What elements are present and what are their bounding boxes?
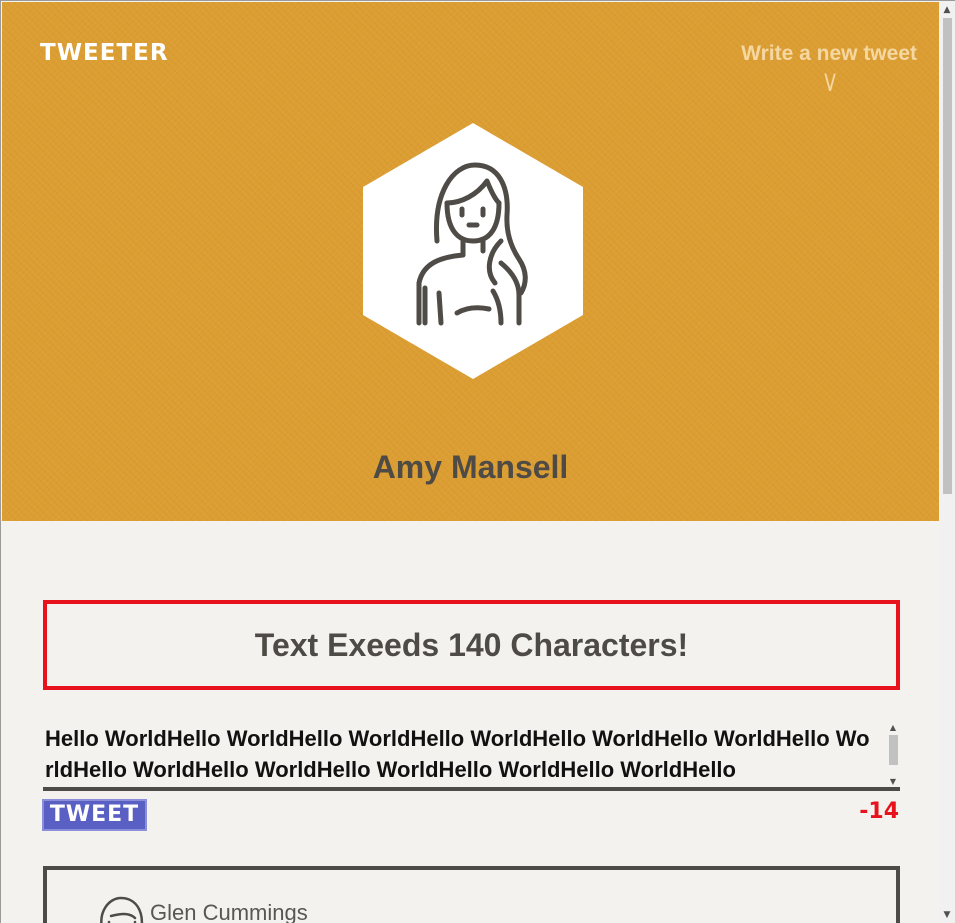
avatar-hexagon [363, 123, 583, 379]
scroll-down-icon[interactable]: ▼ [939, 908, 955, 922]
error-message: Text Exeeds 140 Characters! [254, 626, 689, 663]
tweet-author: Glen Cummings [150, 900, 308, 923]
scrollbar-thumb[interactable] [943, 18, 952, 494]
scroll-down-icon[interactable]: ▼ [886, 777, 900, 787]
app-logo[interactable]: TWEETER [40, 40, 169, 66]
profile-banner: TWEETER Write a new tweet \/ Amy Mansell [2, 2, 939, 521]
character-counter: -14 [859, 799, 899, 824]
scroll-up-icon[interactable]: ▲ [939, 3, 955, 17]
page: TWEETER Write a new tweet \/ Amy Mansell… [0, 0, 955, 923]
write-new-tweet-link[interactable]: Write a new tweet \/ [741, 42, 917, 96]
profile-avatar [363, 123, 583, 379]
author-avatar-icon [100, 896, 144, 923]
scrollbar-thumb[interactable] [889, 735, 898, 765]
tweet-composer[interactable]: Hello WorldHello WorldHello WorldHello W… [43, 723, 900, 791]
write-new-tweet-label: Write a new tweet [741, 42, 917, 65]
profile-name: Amy Mansell [372, 449, 569, 485]
error-message-box: Text Exeeds 140 Characters! [43, 600, 900, 690]
tweet-button[interactable]: TWEET [42, 799, 147, 831]
tweet-input-scrollbar[interactable]: ▲ ▼ [886, 723, 900, 787]
chevron-down-icon: \/ [824, 70, 835, 97]
tweet-card: Glen Cummings [43, 866, 900, 923]
page-scrollbar[interactable]: ▲ ▼ [939, 1, 955, 923]
scroll-up-icon[interactable]: ▲ [886, 723, 900, 733]
tweet-input[interactable]: Hello WorldHello WorldHello WorldHello W… [45, 723, 875, 787]
